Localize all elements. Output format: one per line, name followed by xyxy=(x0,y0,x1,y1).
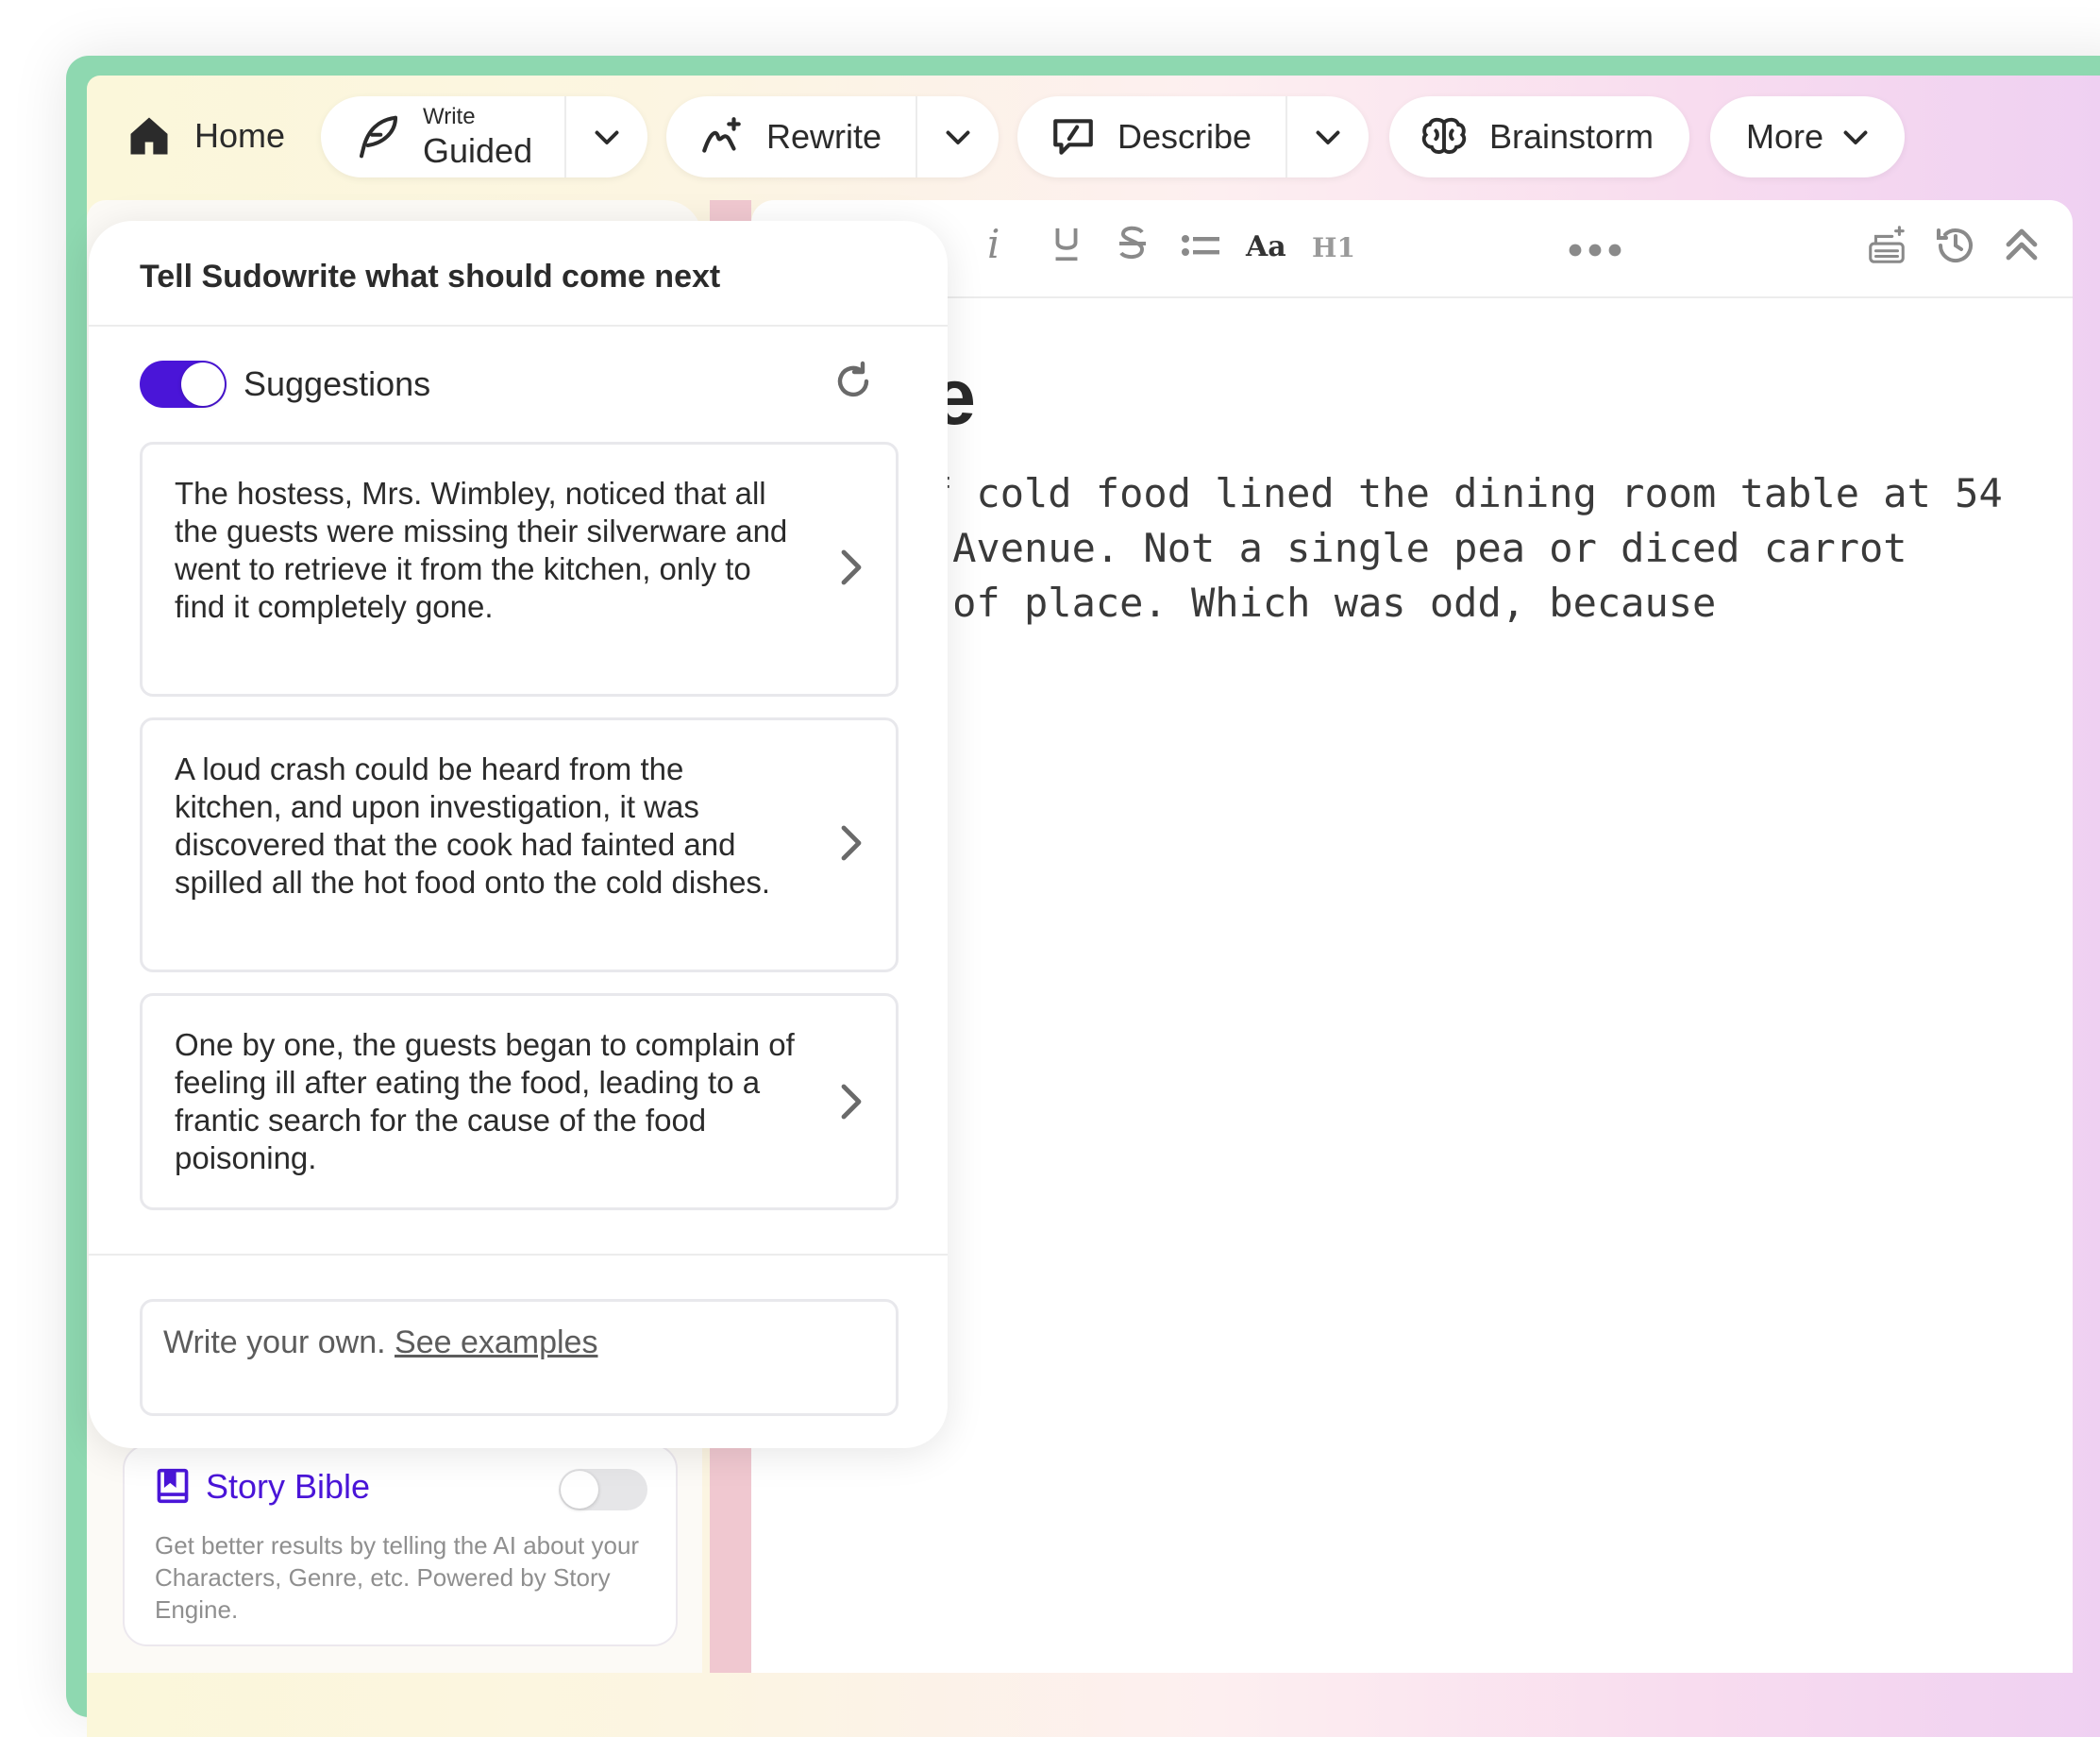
suggestion-card[interactable]: A loud crash could be heard from the kit… xyxy=(140,717,899,972)
underline-button[interactable] xyxy=(1051,225,1082,269)
toggle-knob xyxy=(181,363,225,406)
typewriter-icon[interactable] xyxy=(1865,223,1908,273)
suggestion-card[interactable]: One by one, the guests began to complain… xyxy=(140,993,899,1210)
chevron-right-icon xyxy=(835,1081,867,1127)
describe-icon xyxy=(1050,113,1097,160)
italic-button[interactable]: i xyxy=(987,221,1000,267)
heading-button[interactable]: H1 xyxy=(1312,232,1355,263)
chevron-down-icon xyxy=(590,120,624,154)
story-bible-toggle[interactable] xyxy=(559,1469,647,1510)
suggestions-toggle[interactable] xyxy=(140,361,227,408)
story-bible-description: Get better results by telling the AI abo… xyxy=(155,1531,640,1624)
write-small-label: Write xyxy=(423,104,476,129)
feather-pen-icon xyxy=(353,111,404,162)
write-your-own-placeholder: Write your own. See examples xyxy=(163,1324,597,1361)
write-guided-button[interactable]: Write Guided xyxy=(321,96,564,177)
guided-write-popup: Tell Sudowrite what should come next Sug… xyxy=(89,221,948,1448)
history-icon[interactable] xyxy=(1933,223,1978,273)
suggestion-card[interactable]: The hostess, Mrs. Wimbley, noticed that … xyxy=(140,442,899,697)
chevron-right-icon xyxy=(835,822,867,868)
placeholder-text: Write your own. xyxy=(163,1324,386,1360)
brainstorm-button[interactable]: Brainstorm xyxy=(1389,96,1689,177)
more-options-icon[interactable] xyxy=(1569,244,1621,261)
document-body[interactable]: s of cold food lined the dining room tab… xyxy=(857,466,2003,631)
chevron-down-icon xyxy=(941,120,975,154)
write-mode-label: Guided xyxy=(423,131,533,170)
chevron-down-icon xyxy=(1839,120,1873,154)
chevron-right-icon xyxy=(835,547,867,593)
body-line: s of cold food lined the dining room tab… xyxy=(857,470,2003,516)
brainstorm-label: Brainstorm xyxy=(1489,117,1655,156)
body-line: out of place. Which was odd, because xyxy=(857,580,1717,626)
sparkle-pen-icon xyxy=(698,113,746,160)
editor-pane: i Aa H1 ite s of cold food lined the din… xyxy=(751,200,2073,1673)
home-icon xyxy=(125,111,174,160)
rewrite-dropdown-button[interactable] xyxy=(917,96,999,177)
home-label: Home xyxy=(194,116,286,155)
popup-title: Tell Sudowrite what should come next xyxy=(140,259,721,295)
chevron-down-icon xyxy=(1311,120,1345,154)
describe-button-group: Describe xyxy=(1017,96,1369,177)
write-dropdown-button[interactable] xyxy=(566,96,647,177)
text-case-button[interactable]: Aa xyxy=(1246,230,1286,263)
describe-dropdown-button[interactable] xyxy=(1287,96,1369,177)
popup-header: Tell Sudowrite what should come next xyxy=(89,221,948,327)
suggestion-text: The hostess, Mrs. Wimbley, noticed that … xyxy=(175,476,788,624)
story-bible-title: Story Bible xyxy=(206,1467,371,1506)
see-examples-link[interactable]: See examples xyxy=(395,1324,597,1360)
more-menu-button[interactable]: More xyxy=(1710,96,1905,177)
write-button-group: Write Guided xyxy=(321,96,647,177)
body-line: ley Avenue. Not a single pea or diced ca… xyxy=(857,525,1907,571)
divider xyxy=(89,1254,948,1256)
refresh-icon[interactable] xyxy=(831,359,876,409)
write-your-own-input[interactable]: Write your own. See examples xyxy=(140,1299,899,1416)
home-button[interactable]: Home xyxy=(125,106,285,166)
story-bible-card: Story Bible Get better results by tellin… xyxy=(123,1444,678,1646)
rewrite-label: Rewrite xyxy=(766,117,882,156)
brain-icon xyxy=(1420,112,1469,161)
suggestion-text: A loud crash could be heard from the kit… xyxy=(175,751,771,900)
more-label: More xyxy=(1746,117,1824,156)
rewrite-button[interactable]: Rewrite xyxy=(666,96,916,177)
bulleted-list-button[interactable] xyxy=(1182,230,1219,267)
suggestions-label: Suggestions xyxy=(244,364,431,403)
toggle-knob xyxy=(561,1471,598,1509)
rewrite-button-group: Rewrite xyxy=(666,96,999,177)
collapse-up-icon[interactable] xyxy=(1999,221,2044,273)
describe-label: Describe xyxy=(1117,117,1252,156)
strikethrough-button[interactable] xyxy=(1117,225,1148,267)
suggestion-text: One by one, the guests began to complain… xyxy=(175,1027,795,1175)
format-toolbar: i Aa H1 xyxy=(751,200,2073,298)
describe-button[interactable]: Describe xyxy=(1017,96,1285,177)
book-icon xyxy=(155,1467,191,1505)
